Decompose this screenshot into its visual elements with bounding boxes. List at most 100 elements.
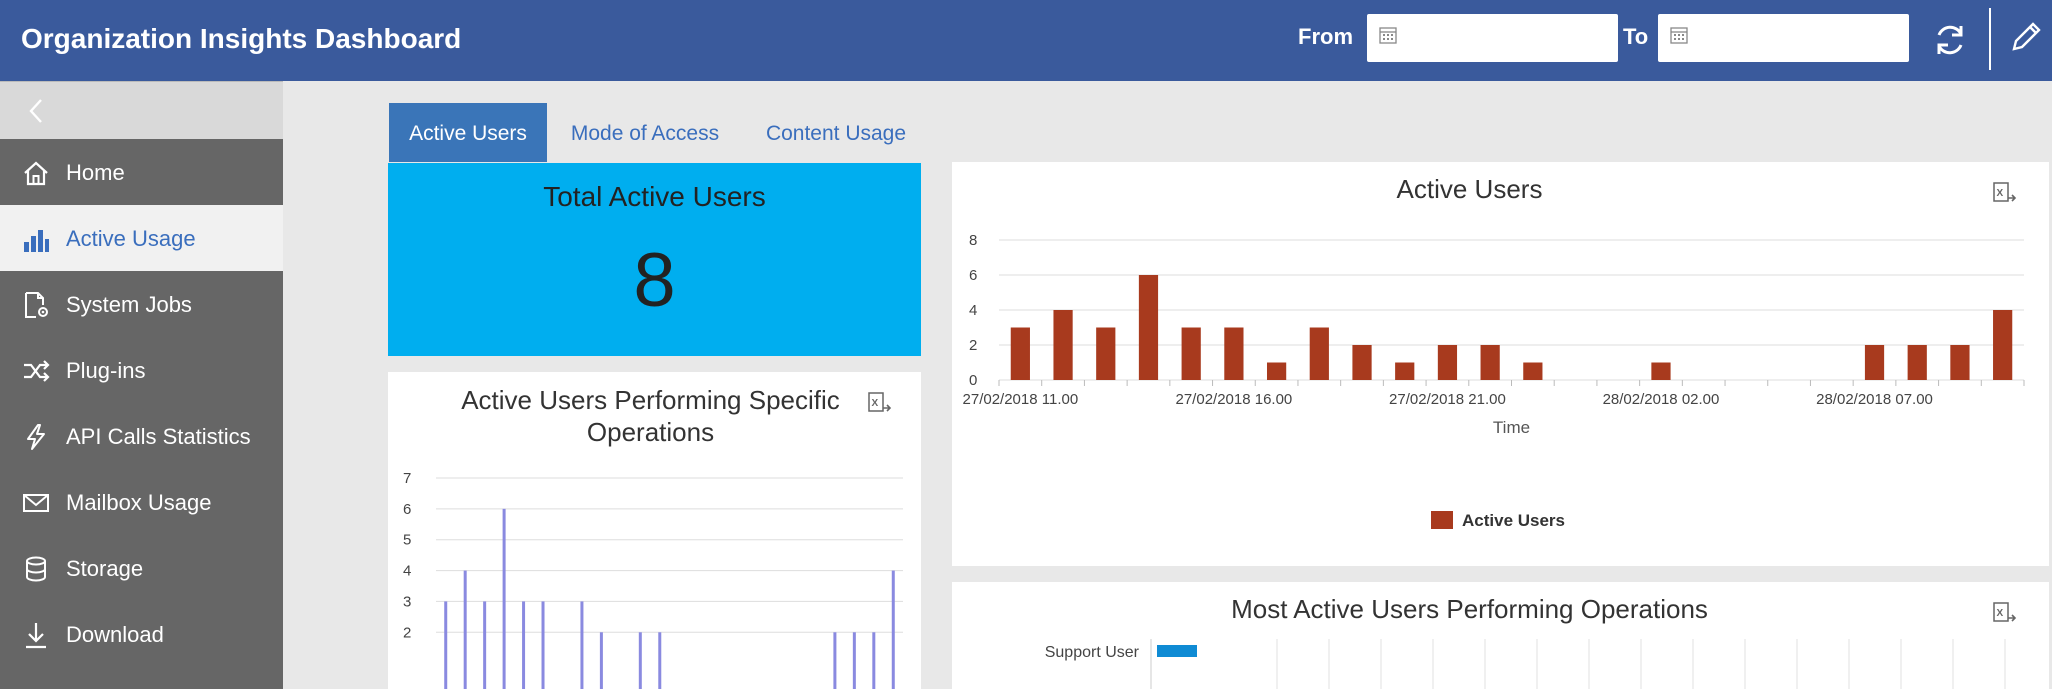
card-title: Active Users: [1396, 174, 1543, 204]
bar: [522, 601, 526, 689]
sidebar-item-plug-ins[interactable]: Plug-ins: [0, 337, 283, 403]
sidebar-item-label: Storage: [66, 556, 144, 581]
x-tick-label: 28/02/2018 07.00: [1816, 391, 1933, 408]
app-title: Organization Insights Dashboard: [21, 23, 462, 54]
sidebar-item-download[interactable]: Download: [0, 601, 283, 667]
bar: [541, 601, 545, 689]
sidebar-item-system-jobs[interactable]: System Jobs: [0, 271, 283, 337]
total-active-users-card: Total Active Users 8: [388, 163, 921, 356]
database-icon: [26, 556, 46, 582]
bar: [1309, 327, 1329, 380]
sidebar-item-mailbox-usage[interactable]: Mailbox Usage: [0, 469, 283, 535]
sidebar-item-home[interactable]: Home: [0, 139, 283, 205]
bar: [1224, 327, 1244, 380]
bar: [1480, 345, 1500, 380]
sidebar: Home Active Usage System Jobs Plug-ins A…: [0, 81, 283, 689]
download-icon: [26, 623, 46, 649]
bar: [1864, 345, 1885, 380]
from-label: From: [1298, 24, 1353, 49]
sidebar-item-label: Home: [66, 160, 125, 185]
bar: [444, 601, 448, 689]
bar: [463, 570, 467, 689]
tab-mode-of-access[interactable]: Mode of Access: [555, 103, 735, 162]
excel-export-icon[interactable]: X: [1992, 180, 2018, 206]
y-tick-label: 6: [969, 267, 977, 284]
calendar-icon[interactable]: [1670, 26, 1688, 44]
specific-operations-card: Active Users Performing Specific Operati…: [388, 372, 921, 689]
from-date-field[interactable]: [1407, 20, 1607, 56]
bar: [1437, 345, 1458, 380]
legend-label: Active Users: [1462, 511, 1565, 530]
bar: [833, 632, 837, 689]
refresh-icon[interactable]: [1930, 20, 1970, 60]
x-axis-label: Time: [1493, 418, 1530, 437]
svg-text:X: X: [1997, 608, 2004, 619]
collapse-sidebar-button[interactable]: [0, 81, 283, 139]
bar: [1010, 327, 1030, 380]
chevron-left-icon[interactable]: [28, 98, 44, 124]
bar: [658, 632, 662, 689]
x-tick-label: 27/02/2018 16.00: [1176, 391, 1293, 408]
bar: [1138, 275, 1159, 380]
pencil-icon[interactable]: [2007, 20, 2043, 56]
shuffle-icon: [24, 360, 50, 382]
to-date-input[interactable]: [1658, 14, 1909, 62]
bar: [1993, 310, 2013, 380]
legend-swatch: [1431, 511, 1453, 529]
bar: [1157, 645, 1197, 657]
bar: [502, 508, 506, 689]
bar: [1523, 362, 1543, 380]
tab-content-usage[interactable]: Content Usage: [752, 103, 920, 162]
active-users-chart-card: Active Users X 0 2 4 6 8 27/02/2018 11.00 27/0…: [952, 162, 2049, 566]
header-divider: [1989, 8, 1991, 70]
x-tick-label: 27/02/2018 21.00: [1389, 391, 1506, 408]
to-label: To: [1623, 24, 1649, 49]
sidebar-item-active-usage[interactable]: Active Usage: [0, 205, 283, 271]
excel-export-icon[interactable]: X: [867, 390, 893, 416]
y-tick-label: 2: [969, 337, 977, 354]
sidebar-item-label: API Calls Statistics: [66, 424, 251, 449]
card-title: Most Active Users Performing Operations: [1231, 594, 1708, 624]
y-tick-label: 7: [403, 470, 411, 487]
card-title: Active Users Performing Specific Operati…: [413, 384, 888, 448]
sidebar-item-label: System Jobs: [66, 292, 192, 317]
x-tick-label: 28/02/2018 02.00: [1603, 391, 1720, 408]
kpi-value: 8: [633, 238, 676, 323]
card-title-line: Operations: [586, 417, 715, 447]
bar: [599, 632, 603, 689]
bar: [1181, 327, 1201, 380]
card-title-line: Active Users Performing Specific: [461, 385, 840, 415]
y-tick-label: 6: [403, 501, 411, 518]
y-tick-label: 8: [969, 232, 977, 249]
sidebar-item-storage[interactable]: Storage: [0, 535, 283, 601]
bar: [1096, 327, 1116, 380]
bar: [872, 632, 876, 689]
sidebar-item-api-calls-statistics[interactable]: API Calls Statistics: [0, 403, 283, 469]
y-tick-label: 4: [969, 302, 977, 319]
bar: [1053, 310, 1073, 380]
y-tick-label: 3: [403, 593, 411, 610]
y-tick-label: 4: [403, 563, 411, 580]
calendar-icon[interactable]: [1379, 26, 1397, 44]
most-active-users-card: Most Active Users Performing Operations …: [952, 582, 2049, 689]
sidebar-item-label: Download: [66, 622, 164, 647]
to-date-field[interactable]: [1698, 20, 1898, 56]
system-jobs-icon: [25, 292, 48, 318]
active-users-chart: 0 2 4 6 8 27/02/2018 11.00 27/02/2018 16.00 27/…: [963, 232, 2025, 530]
kpi-title: Total Active Users: [543, 181, 766, 212]
excel-export-icon[interactable]: X: [1992, 600, 2018, 626]
from-date-input[interactable]: [1367, 14, 1618, 62]
bar: [1395, 362, 1415, 380]
bar: [638, 632, 642, 689]
top-bar: Organization Insights Dashboard From To: [0, 0, 2052, 81]
bar: [852, 632, 856, 689]
lightning-icon: [27, 424, 45, 450]
svg-text:X: X: [1997, 188, 2004, 199]
bar: [1651, 362, 1671, 380]
specific-operations-chart: 2 3 4 5 6 7: [403, 470, 903, 689]
home-icon: [24, 161, 48, 186]
bar: [1950, 345, 1970, 380]
sidebar-item-label: Plug-ins: [66, 358, 146, 383]
tab-active-users[interactable]: Active Users: [389, 103, 547, 162]
bar: [1907, 345, 1927, 380]
